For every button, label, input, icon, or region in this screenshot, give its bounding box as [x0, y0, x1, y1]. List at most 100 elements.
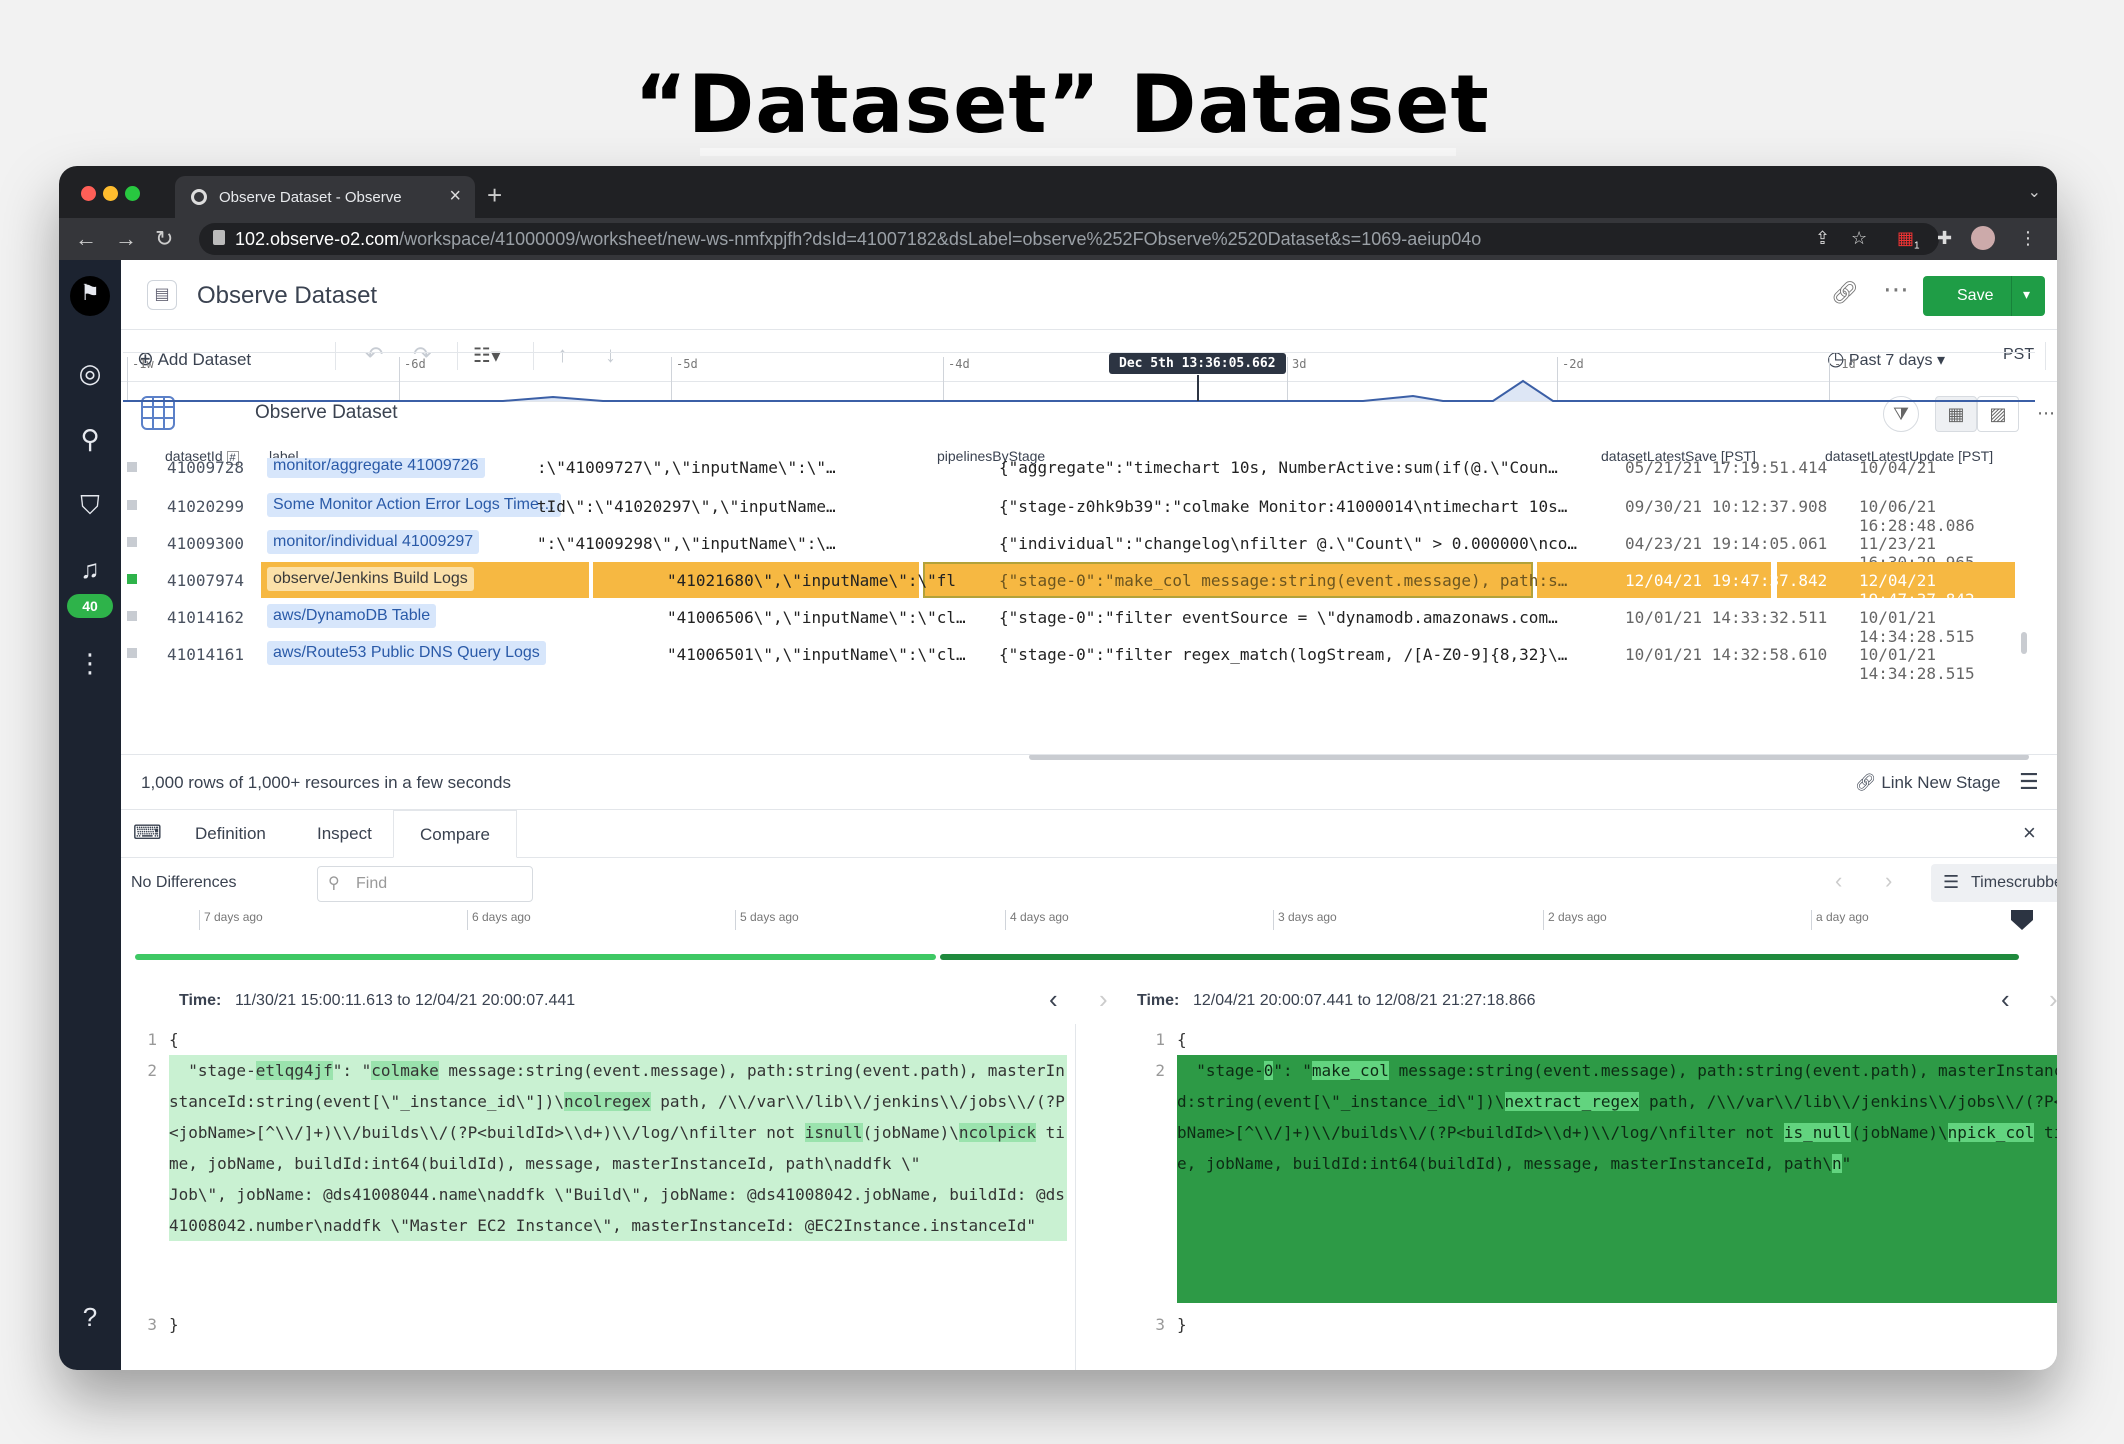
- scrub-handle[interactable]: [2011, 910, 2033, 930]
- forward-arrow-icon[interactable]: →: [115, 226, 137, 252]
- scrub-tick: 3 days ago: [1273, 910, 1337, 930]
- right-prev-chevron-icon[interactable]: ‹: [2001, 984, 2010, 1015]
- row-select-checkbox[interactable]: [127, 648, 137, 658]
- left-time-header: Time: 11/30/21 15:00:11.613 to 12/04/21 …: [121, 978, 1108, 1028]
- maximize-window-dot[interactable]: [125, 186, 140, 201]
- histogram-timeline[interactable]: -1w -6d -5d -4d 3d -2d -1d Dec 5th 13:36…: [123, 352, 2035, 402]
- left-diff-editor[interactable]: 1 { 2 "stage-etlqg4jf": "colmake message…: [121, 1024, 1075, 1370]
- link-new-stage-button[interactable]: 🔗︎ Link New Stage: [1855, 773, 2000, 793]
- help-icon[interactable]: ?: [73, 1300, 107, 1334]
- row-select-checkbox[interactable]: [127, 500, 137, 510]
- table-row[interactable]: 41014162 aws/DynamoDB Table "41006506\",…: [121, 599, 2033, 646]
- alerts-bell-icon[interactable]: ♫: [73, 552, 107, 586]
- close-panel-icon[interactable]: ×: [2023, 820, 2036, 846]
- row-label-link[interactable]: monitor/individual 41009297: [267, 530, 480, 554]
- row-latest-save: 10/01/21 14:32:58.610: [1625, 645, 1828, 664]
- row-select-checkbox[interactable]: [127, 611, 137, 621]
- tab-definition[interactable]: Definition: [195, 824, 266, 844]
- timescrubber-button[interactable]: ☰ Timescrubber: [1931, 864, 2057, 902]
- tab-compare[interactable]: Compare: [393, 810, 517, 858]
- row-latest-save: 10/01/21 14:33:32.511: [1625, 608, 1828, 627]
- table-row-selected[interactable]: 41007974 observe/Jenkins Build Logs "410…: [121, 562, 2033, 609]
- browser-toolbar: ← → ↻ 102.observe-o2.com/workspace/41000…: [59, 218, 2057, 260]
- row-pipelines: {"aggregate":"timechart 10s, NumberActiv…: [999, 458, 1558, 477]
- code-line-2: "stage-etlqg4jf": "colmake message:strin…: [169, 1055, 1067, 1241]
- close-window-dot[interactable]: [81, 186, 96, 201]
- row-label-link[interactable]: aws/DynamoDB Table: [267, 604, 437, 628]
- row-pipelines: {"stage-z0hk9b39":"colmake Monitor:41000…: [999, 497, 1568, 516]
- row-dataset-id: 41014162: [167, 608, 245, 627]
- right-time-range: 12/04/21 20:00:07.441 to 12/08/21 21:27:…: [1193, 992, 1536, 1009]
- next-diff-chevron-icon[interactable]: ›: [1885, 868, 1892, 894]
- url-host: 102.observe-o2.com: [235, 229, 400, 249]
- more-options-icon[interactable]: ⋯: [1883, 274, 1909, 305]
- page-title[interactable]: Observe Dataset: [197, 282, 377, 310]
- row-select-checkbox[interactable]: [127, 574, 137, 584]
- row-label-link[interactable]: Some Monitor Action Error Logs Time…: [267, 493, 561, 517]
- more-vertical-icon[interactable]: ⋮: [73, 646, 107, 680]
- address-bar[interactable]: 102.observe-o2.com/workspace/41000009/wo…: [199, 223, 1939, 255]
- row-pipelines: {"stage-0":"filter eventSource = \"dynam…: [999, 608, 1558, 627]
- row-latest-save: 04/23/21 19:14:05.061: [1625, 534, 1828, 553]
- share-link-icon[interactable]: 🔗︎: [1831, 280, 1859, 306]
- tab-close-icon[interactable]: ×: [449, 185, 461, 208]
- console-icon[interactable]: ⌨: [133, 820, 162, 845]
- browser-tab[interactable]: Observe Dataset - Observe ×: [175, 176, 475, 218]
- save-options-chevron-icon[interactable]: ▾: [2023, 286, 2030, 303]
- observe-logo-icon[interactable]: ⚑: [70, 276, 110, 316]
- browser-menu-icon[interactable]: ⋮: [2019, 228, 2037, 249]
- minimize-window-dot[interactable]: [103, 186, 118, 201]
- row-dataset-id: 41020299: [167, 497, 245, 516]
- column-settings-icon[interactable]: ☰: [2019, 769, 2039, 795]
- url-path: /workspace/41000009/worksheet/new-ws-nmf…: [399, 229, 1482, 249]
- bookmark-icon[interactable]: ⛉: [73, 488, 107, 522]
- back-arrow-icon[interactable]: ←: [75, 226, 97, 252]
- line-number: 2: [1155, 1061, 1165, 1080]
- profile-avatar[interactable]: [1971, 226, 1995, 250]
- row-pipelines: {"stage-0":"make_col message:string(even…: [999, 571, 1568, 590]
- find-input[interactable]: ⚲ Find: [317, 866, 533, 902]
- left-next-chevron-icon[interactable]: ›: [1099, 984, 1108, 1015]
- search-icon[interactable]: ⚲: [73, 422, 107, 456]
- link-icon: 🔗︎: [1855, 773, 1877, 792]
- vertical-scrollbar[interactable]: [2021, 632, 2027, 654]
- save-button[interactable]: Save ▾: [1923, 276, 2045, 316]
- share-icon[interactable]: ⇪: [1815, 228, 1830, 249]
- explore-compass-icon[interactable]: ◎: [73, 356, 107, 390]
- new-tab-button[interactable]: +: [487, 180, 502, 211]
- scrub-range-left[interactable]: [135, 954, 936, 960]
- histogram-sparkline: [123, 379, 2035, 402]
- extension-calendar-icon[interactable]: ▦1: [1897, 228, 1920, 252]
- tab-search-chevron-icon[interactable]: ⌄: [2028, 182, 2041, 202]
- table-row[interactable]: 41009300 monitor/individual 41009297 ":\…: [121, 525, 2033, 572]
- extension-badge: 1: [1914, 240, 1920, 252]
- table-row[interactable]: 41020299 Some Monitor Action Error Logs …: [121, 488, 2033, 535]
- scrub-range-right[interactable]: [940, 954, 2019, 960]
- row-dataset-id: 41007974: [167, 571, 245, 590]
- row-label-link[interactable]: aws/Route53 Public DNS Query Logs: [267, 641, 546, 665]
- timeline-cursor[interactable]: [1197, 375, 1199, 401]
- prev-diff-chevron-icon[interactable]: ‹: [1835, 868, 1842, 894]
- row-dataset-id: 41009728: [167, 458, 245, 477]
- row-latest-save: 05/21/21 17:19:51.414: [1625, 458, 1828, 477]
- reload-icon[interactable]: ↻: [155, 226, 173, 252]
- line-number: 1: [1155, 1030, 1165, 1049]
- headline-underline: [700, 148, 1456, 156]
- row-select-checkbox[interactable]: [127, 537, 137, 547]
- table-row[interactable]: 41009728 monitor/aggregate 41009726 :\"4…: [121, 458, 2033, 480]
- browser-tab-bar: Observe Dataset - Observe × + ⌄: [59, 166, 2057, 218]
- right-next-chevron-icon[interactable]: ›: [2049, 984, 2057, 1015]
- no-differences-status: No Differences: [131, 874, 237, 891]
- alerts-count-badge: 40: [67, 594, 113, 618]
- row-select-checkbox[interactable]: [127, 462, 137, 472]
- right-time-header: Time: 12/04/21 20:00:07.441 to 12/08/21 …: [1137, 978, 2057, 1028]
- extensions-puzzle-icon[interactable]: ✚: [1937, 228, 1952, 249]
- right-diff-editor[interactable]: 1 { 2 "stage-0": "make_col message:strin…: [1129, 1024, 2057, 1370]
- left-prev-chevron-icon[interactable]: ‹: [1049, 984, 1058, 1015]
- table-row[interactable]: 41014161 aws/Route53 Public DNS Query Lo…: [121, 636, 2033, 683]
- row-label-link[interactable]: monitor/aggregate 41009726: [267, 458, 485, 478]
- timescrubber-axis[interactable]: 7 days ago 6 days ago 5 days ago 4 days …: [121, 908, 2057, 960]
- row-label-link[interactable]: observe/Jenkins Build Logs: [267, 567, 474, 591]
- bookmark-star-icon[interactable]: ☆: [1851, 228, 1867, 249]
- tab-inspect[interactable]: Inspect: [317, 824, 372, 844]
